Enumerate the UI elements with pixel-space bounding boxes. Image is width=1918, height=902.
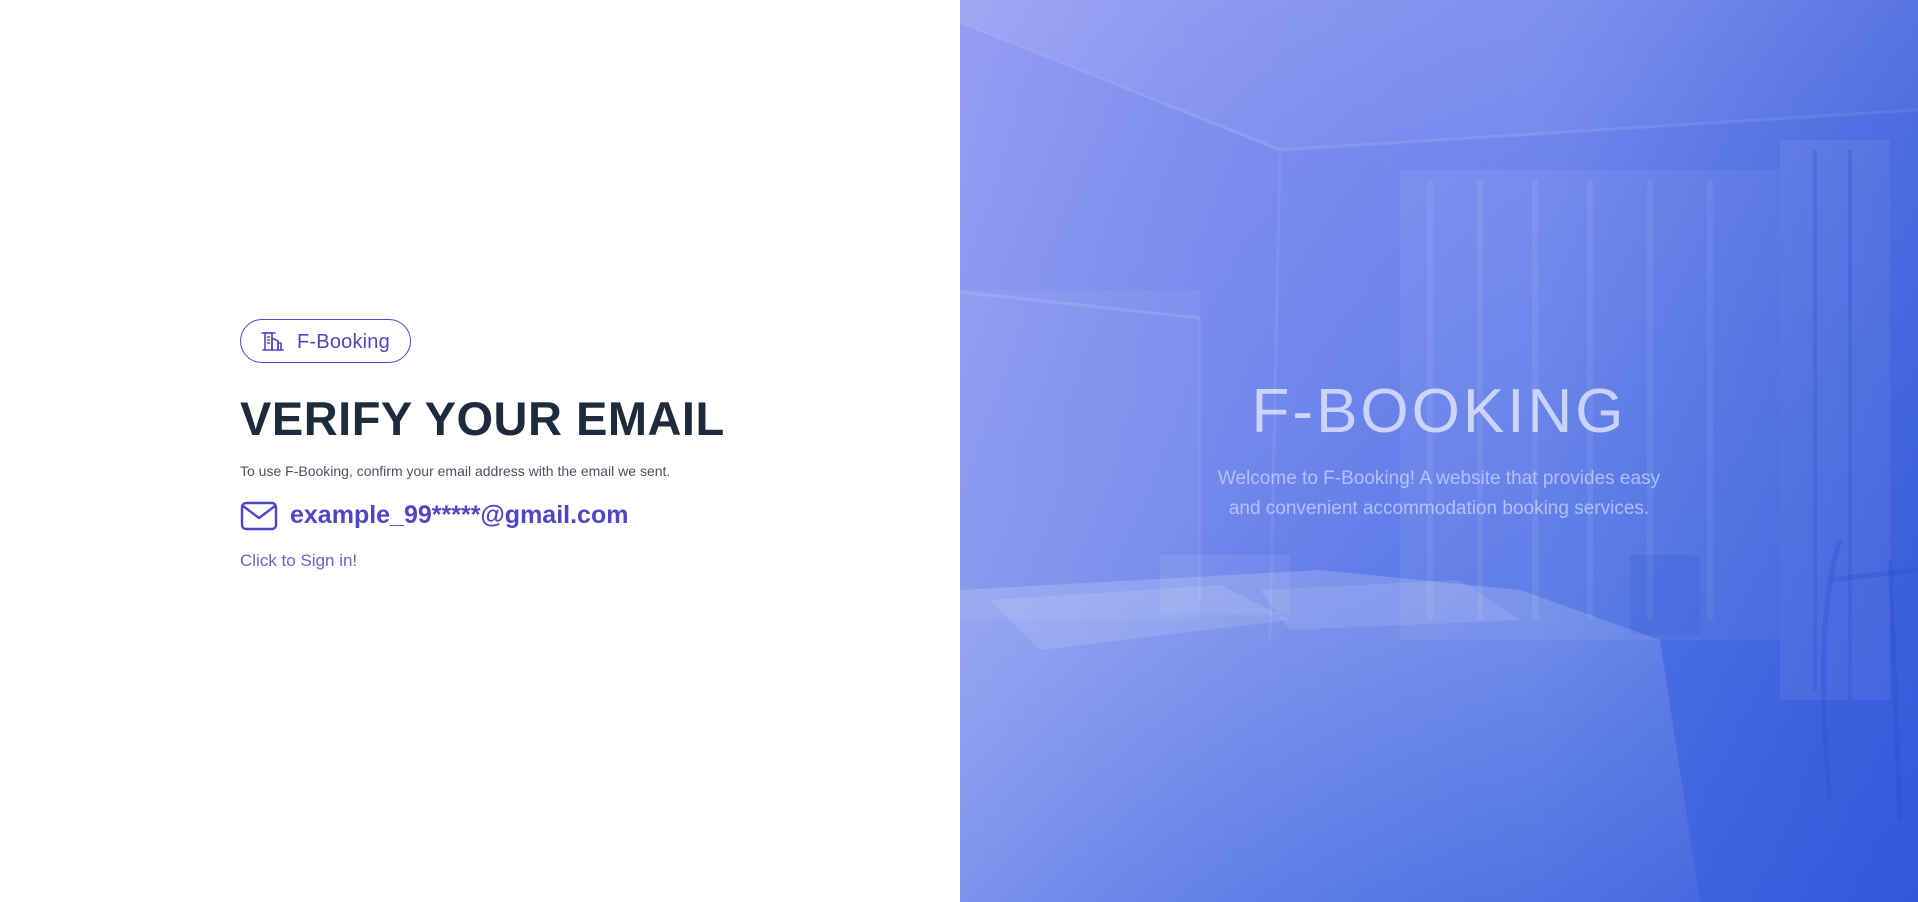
page-title: VERIFY YOUR EMAIL xyxy=(240,392,725,445)
brand-home-button[interactable]: F-Booking xyxy=(240,319,411,363)
hero-title: F-BOOKING xyxy=(1251,377,1627,446)
mail-icon xyxy=(240,501,278,531)
verify-form: F-Booking VERIFY YOUR EMAIL To use F-Boo… xyxy=(240,319,900,571)
email-display: example_99*****@gmail.com xyxy=(240,501,900,531)
verify-email-page: F-Booking VERIFY YOUR EMAIL To use F-Boo… xyxy=(0,0,1918,902)
masked-email: example_99*****@gmail.com xyxy=(290,501,629,530)
left-panel: F-Booking VERIFY YOUR EMAIL To use F-Boo… xyxy=(0,0,960,902)
sign-in-link[interactable]: Click to Sign in! xyxy=(240,551,357,571)
hero-description: Welcome to F-Booking! A website that pro… xyxy=(1217,468,1661,520)
hero-content: F-BOOKING Welcome to F-Booking! A websit… xyxy=(960,377,1918,524)
building-icon xyxy=(261,329,285,353)
brand-name: F-Booking xyxy=(297,330,390,353)
hero-panel: F-BOOKING Welcome to F-Booking! A websit… xyxy=(960,0,1918,902)
verify-instructions: To use F-Booking, confirm your email add… xyxy=(240,462,671,479)
